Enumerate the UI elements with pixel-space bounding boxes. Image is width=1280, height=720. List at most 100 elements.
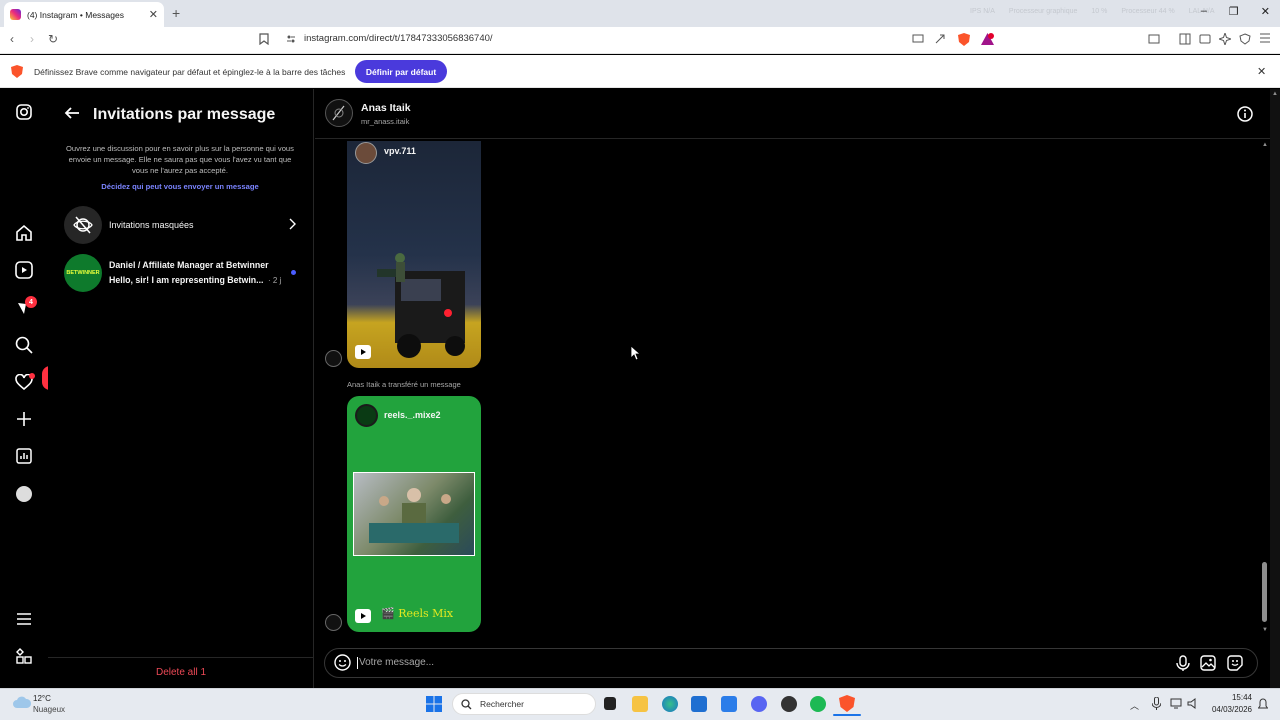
new-tab-icon[interactable]: + <box>172 5 180 21</box>
chat-avatar[interactable] <box>325 99 353 127</box>
delete-all-button[interactable]: Delete all 1 <box>48 667 314 678</box>
file-explorer-icon[interactable] <box>632 696 648 712</box>
menu-icon[interactable] <box>1259 33 1271 43</box>
search-icon <box>461 698 472 709</box>
active-app-indicator <box>833 714 861 716</box>
hidden-requests-avatar <box>64 206 102 244</box>
page-scroll-up-icon[interactable]: ▲ <box>1272 91 1278 97</box>
wallet-icon[interactable] <box>1199 33 1211 45</box>
reel-play-icon <box>355 345 371 359</box>
message-controls-link[interactable]: Décidez qui peut vous envoyer un message <box>60 182 300 191</box>
close-infobar-icon[interactable]: ✕ <box>1257 65 1266 78</box>
outlook-icon[interactable] <box>721 696 737 712</box>
network-icon[interactable] <box>1170 698 1182 709</box>
requests-description: Ouvrez une discussion pour en savoir plu… <box>66 144 294 175</box>
url-input[interactable]: instagram.com/direct/t/17847333056836740… <box>304 33 493 44</box>
vpn-icon[interactable] <box>1239 33 1251 45</box>
address-bar-row <box>0 27 1280 54</box>
app-icon[interactable] <box>781 696 797 712</box>
sysinfo-item: 10 % <box>1091 8 1108 15</box>
info-icon[interactable] <box>1237 106 1253 122</box>
profile-avatar[interactable] <box>16 486 32 502</box>
tray-chevron-icon[interactable]: ︿ <box>1130 699 1139 712</box>
sticker-icon[interactable] <box>1227 655 1243 671</box>
message-input[interactable]: Votre message... <box>359 657 434 668</box>
window-controls: – ❐ ✕ <box>1201 5 1270 18</box>
hidden-requests-row[interactable]: Invitations masquées <box>64 206 300 244</box>
image-icon[interactable] <box>1200 655 1216 671</box>
weather-temp[interactable]: 12°C <box>33 694 51 703</box>
forward-icon[interactable]: › <box>30 32 34 46</box>
store-icon[interactable] <box>691 696 707 712</box>
cast-icon[interactable] <box>912 34 924 44</box>
request-avatar: BETWINNER <box>64 254 102 292</box>
brave-rewards-icon[interactable] <box>981 33 994 45</box>
reel-card[interactable] <box>347 141 481 368</box>
scroll-up-icon[interactable]: ▲ <box>1262 142 1268 148</box>
edge-icon[interactable] <box>662 696 678 712</box>
panel-title: Invitations par message <box>93 106 276 123</box>
sidebar-toggle-icon[interactable] <box>1179 33 1191 45</box>
request-item[interactable]: BETWINNER Daniel / Affiliate Manager at … <box>64 254 300 292</box>
mic-tray-icon[interactable] <box>1152 697 1161 710</box>
sysinfo-item: Processeur graphique <box>1008 8 1078 15</box>
brave-shields-icon[interactable] <box>958 33 970 46</box>
close-tab-icon[interactable]: ✕ <box>149 8 158 21</box>
brave-taskbar-icon[interactable] <box>839 695 855 712</box>
scroll-down-icon[interactable]: ▼ <box>1262 627 1268 633</box>
tab-title: (4) Instagram • Messages <box>27 9 124 20</box>
bookmark-icon[interactable] <box>259 33 269 45</box>
create-icon[interactable] <box>16 411 32 427</box>
reel-thumbnail <box>377 253 465 358</box>
volume-icon[interactable] <box>1187 698 1199 709</box>
spotify-icon[interactable] <box>810 696 826 712</box>
request-preview: Hello, sir! I am representing Betwin... <box>109 275 264 285</box>
sender-avatar <box>325 350 342 367</box>
maximize-icon[interactable]: ❐ <box>1229 5 1239 18</box>
reload-icon[interactable]: ↻ <box>48 32 58 46</box>
browser-tab[interactable]: (4) Instagram • Messages ✕ <box>4 2 164 27</box>
home-icon[interactable] <box>15 224 33 241</box>
windows-start-icon[interactable] <box>426 696 442 712</box>
reels-icon[interactable] <box>15 261 33 279</box>
instagram-logo-icon[interactable] <box>16 104 32 120</box>
reel-play-icon <box>355 609 371 623</box>
back-icon[interactable]: ‹ <box>10 32 14 46</box>
brave-logo-icon <box>11 65 23 78</box>
cloud-icon[interactable] <box>12 695 32 709</box>
discord-icon[interactable] <box>751 696 767 712</box>
forward-notice: Anas Itaik a transféré un message <box>347 380 461 389</box>
emoji-icon[interactable] <box>334 654 351 671</box>
site-info-icon[interactable] <box>286 34 296 44</box>
set-default-button[interactable]: Définir par défaut <box>355 60 447 83</box>
sender-avatar <box>325 614 342 631</box>
meta-apps-icon[interactable] <box>16 648 32 664</box>
chat-header <box>315 89 1270 139</box>
taskbar-search[interactable]: Rechercher <box>452 693 596 715</box>
dashboard-icon[interactable] <box>16 448 32 464</box>
tab-manager-icon[interactable] <box>1148 33 1160 45</box>
back-arrow-icon[interactable] <box>64 106 80 120</box>
eye-off-icon <box>73 216 93 234</box>
notification-badge: 4 <box>25 296 37 308</box>
message-composer <box>324 648 1258 678</box>
reel-author[interactable]: vpv.711 <box>384 146 416 156</box>
sysinfo-item: IPS N/A <box>970 8 995 15</box>
reel-thumbnail <box>353 472 475 556</box>
more-menu-icon[interactable] <box>16 612 32 626</box>
notifications-icon[interactable] <box>1258 698 1268 710</box>
minimize-icon[interactable]: – <box>1201 5 1207 18</box>
scrollbar-thumb[interactable] <box>1262 562 1267 622</box>
clock-time[interactable]: 15:44 <box>1200 693 1252 702</box>
reel-author[interactable]: reels._.mixe2 <box>384 410 441 420</box>
search-icon[interactable] <box>15 336 33 354</box>
requests-panel <box>48 89 314 688</box>
close-window-icon[interactable]: ✕ <box>1261 5 1270 18</box>
chevron-right-icon <box>288 218 296 230</box>
chat-name[interactable]: Anas Itaik <box>361 102 411 114</box>
microphone-icon[interactable] <box>1176 655 1190 671</box>
leo-ai-icon[interactable] <box>1219 33 1231 45</box>
share-icon[interactable] <box>934 33 946 45</box>
task-view-icon[interactable] <box>604 697 616 710</box>
page-scrollbar[interactable] <box>1270 89 1280 688</box>
